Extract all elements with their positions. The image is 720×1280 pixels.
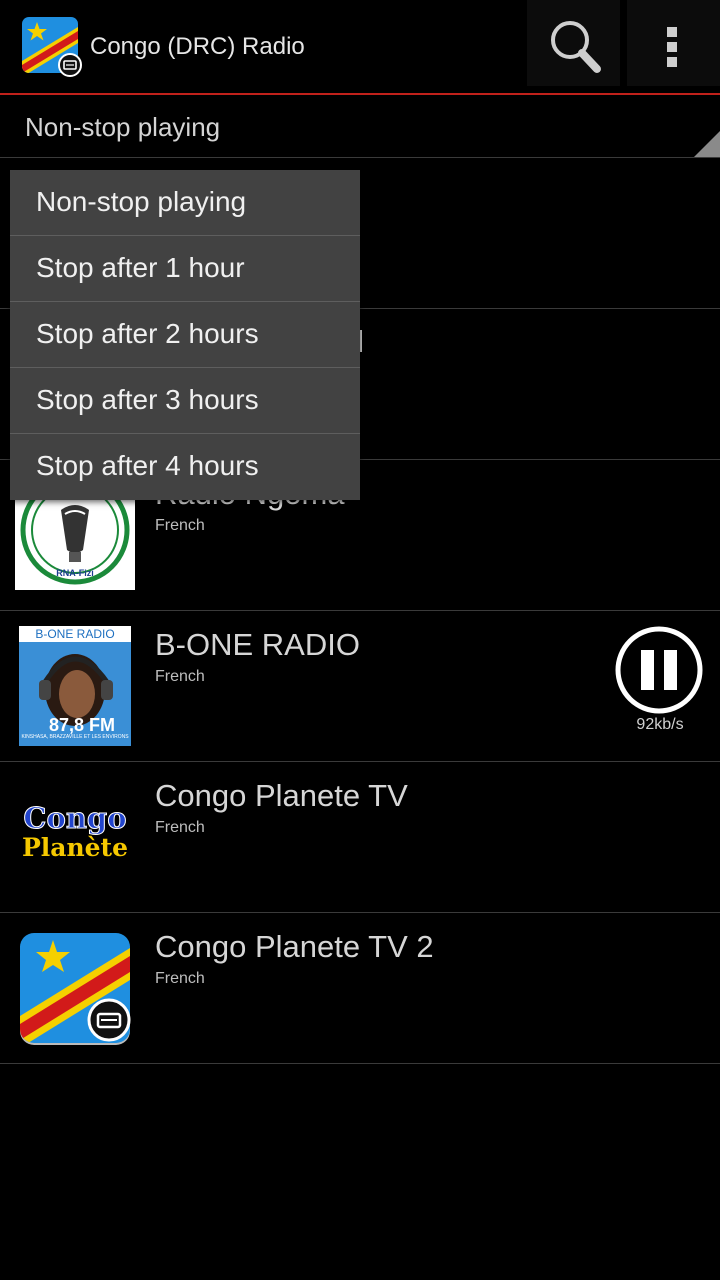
station-logo-congo-flag	[15, 928, 135, 1048]
dropdown-option-2-hours[interactable]: Stop after 2 hours	[10, 302, 360, 368]
station-language: French	[155, 517, 205, 534]
logo-footer: KINSHASA, BRAZZAVILLE ET LES ENVIRONS	[21, 734, 129, 740]
logo-line-1: Congo	[23, 801, 127, 836]
dropdown-option-label: Non-stop playing	[36, 186, 247, 217]
logo-header: B-ONE RADIO	[19, 626, 131, 642]
search-icon	[551, 21, 601, 73]
dropdown-option-label: Stop after 1 hour	[36, 252, 245, 283]
bitrate-label: 92kb/s	[636, 716, 684, 733]
app-title: Congo (DRC) Radio	[90, 33, 305, 60]
divider	[0, 1063, 720, 1064]
sleep-timer-dropdown: Non-stop playing Stop after 1 hour Stop …	[10, 170, 360, 500]
logo-line-2: Planète	[21, 833, 129, 862]
dropdown-option-label: Stop after 2 hours	[36, 318, 259, 349]
spinner-dropdown-icon	[694, 131, 720, 157]
logo-frequency: 87,8 FM	[49, 715, 116, 735]
station-logo-b-one-radio: B-ONE RADIO 87,8 FM KINSHASA, BRAZZAVILL…	[19, 626, 131, 746]
station-language: French	[155, 970, 205, 987]
spinner-selected-value: Non-stop playing	[25, 112, 221, 142]
station-language: French	[155, 668, 205, 685]
dropdown-option-3-hours[interactable]: Stop after 3 hours	[10, 368, 360, 434]
dropdown-option-label: Stop after 3 hours	[36, 384, 259, 415]
station-language: French	[155, 819, 205, 836]
search-button[interactable]	[527, 0, 620, 86]
logo-caption: RNA-Fizi	[56, 568, 94, 578]
station-logo-congo-planete: Congo Planète	[15, 777, 135, 897]
station-name: Congo Planete TV 2	[155, 929, 434, 964]
pause-icon	[615, 626, 703, 714]
pause-button[interactable]	[615, 626, 703, 714]
overflow-menu-icon	[667, 27, 677, 67]
station-name: B-ONE RADIO	[155, 627, 360, 662]
dropdown-option-label: Stop after 4 hours	[36, 450, 259, 481]
overflow-menu-button[interactable]	[627, 0, 720, 86]
app-icon[interactable]	[22, 17, 82, 77]
station-name: Congo Planete TV	[155, 778, 408, 813]
dropdown-option-4-hours[interactable]: Stop after 4 hours	[10, 434, 360, 499]
dropdown-option-non-stop[interactable]: Non-stop playing	[10, 170, 360, 236]
dropdown-option-1-hour[interactable]: Stop after 1 hour	[10, 236, 360, 302]
